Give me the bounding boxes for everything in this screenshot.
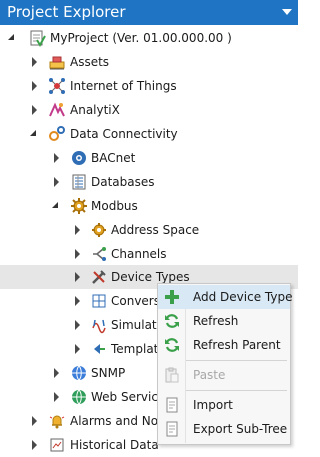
add-icon [163,288,181,306]
menu-item-label: Paste [193,368,226,382]
panel-title: Project Explorer [7,3,126,21]
bacnet-icon [70,149,88,167]
import-icon [163,396,181,414]
project-icon [28,29,46,47]
expand-arrow-icon[interactable] [51,153,61,163]
expand-arrow-icon[interactable] [29,440,39,450]
menu-item-add-device-type[interactable]: Add Device Type [158,285,293,309]
tree-item-channels[interactable]: Channels [0,242,298,266]
tree-label: Data Connectivity [70,127,178,141]
expand-arrow-icon[interactable] [72,225,82,235]
tree-item-modbus[interactable]: Modbus [0,194,298,218]
menu-separator [186,390,287,391]
menu-item-label: Refresh [193,314,239,328]
tree-item-address-space[interactable]: Address Space [0,218,298,242]
paste-icon [163,366,181,384]
tree-label: Assets [70,55,110,69]
menu-item-export-subtree[interactable]: Export Sub-Tree [158,417,290,441]
expand-arrow-icon[interactable] [72,320,82,330]
tree-item-data-connectivity[interactable]: Data Connectivity [0,122,298,146]
tree-label: SNMP [91,366,126,380]
refresh-parent-icon [163,336,181,354]
export-icon [163,420,181,438]
tree-item-analytix[interactable]: AnalytiX [0,98,298,122]
refresh-icon [163,312,181,330]
panel-title-bar: Project Explorer [0,0,298,25]
expand-arrow-icon[interactable] [72,344,82,354]
tree-item-databases[interactable]: Databases [0,170,298,194]
menu-item-import[interactable]: Import [158,393,290,417]
tree-item-project[interactable]: MyProject (Ver. 01.00.000.00 ) [0,26,298,50]
menu-item-label: Export Sub-Tree [193,422,288,436]
collapse-arrow-icon[interactable] [7,33,17,43]
tree-label: BACnet [91,151,136,165]
expand-arrow-icon[interactable] [29,81,39,91]
historical-data-icon [48,436,66,454]
data-connectivity-icon [48,125,66,143]
panel-dropdown-icon[interactable] [282,9,292,15]
collapse-arrow-icon[interactable] [29,129,39,139]
context-menu: Add Device Type Refresh Refresh Parent P… [157,283,293,445]
web-services-icon [70,388,88,406]
expand-arrow-icon[interactable] [51,392,61,402]
address-space-icon [90,221,108,239]
expand-arrow-icon[interactable] [51,368,61,378]
menu-item-refresh-parent[interactable]: Refresh Parent [158,333,290,357]
simulate-icon [90,316,108,334]
modbus-icon [70,197,88,215]
tree-label: AnalytiX [70,103,120,117]
expand-arrow-icon[interactable] [51,177,61,187]
expand-arrow-icon[interactable] [29,105,39,115]
tree-label: Alarms and Noti [70,414,167,428]
tree-item-iot[interactable]: Internet of Things [0,74,298,98]
tree-label: Historical Data [70,438,159,452]
analytix-icon [48,101,66,119]
conversions-icon [90,292,108,310]
snmp-icon [70,364,88,382]
menu-item-label: Add Device Type [193,290,293,304]
alarms-icon [48,412,66,430]
tree-label: Address Space [111,223,200,237]
tree-label: Databases [91,175,155,189]
menu-item-paste[interactable]: Paste [158,363,290,387]
tree-label: Conversi [111,294,164,308]
tree-label: Channels [111,247,167,261]
device-types-icon [90,268,108,286]
expand-arrow-icon[interactable] [29,416,39,426]
menu-separator [186,360,287,361]
collapse-arrow-icon[interactable] [51,201,61,211]
tree-label: Modbus [91,199,138,213]
menu-item-label: Refresh Parent [193,338,281,352]
databases-icon [70,173,88,191]
templates-icon [90,340,108,358]
assets-icon [48,53,66,71]
expand-arrow-icon[interactable] [72,249,82,259]
tree-label: Internet of Things [70,79,177,93]
tree-item-bacnet[interactable]: BACnet [0,146,298,170]
tree-item-assets[interactable]: Assets [0,50,298,74]
expand-arrow-icon[interactable] [29,57,39,67]
menu-item-label: Import [193,398,233,412]
iot-icon [48,77,66,95]
tree-label: MyProject (Ver. 01.00.000.00 ) [50,31,232,45]
expand-arrow-icon[interactable] [72,296,82,306]
channels-icon [90,245,108,263]
menu-item-refresh[interactable]: Refresh [158,309,290,333]
expand-arrow-icon[interactable] [72,272,82,282]
